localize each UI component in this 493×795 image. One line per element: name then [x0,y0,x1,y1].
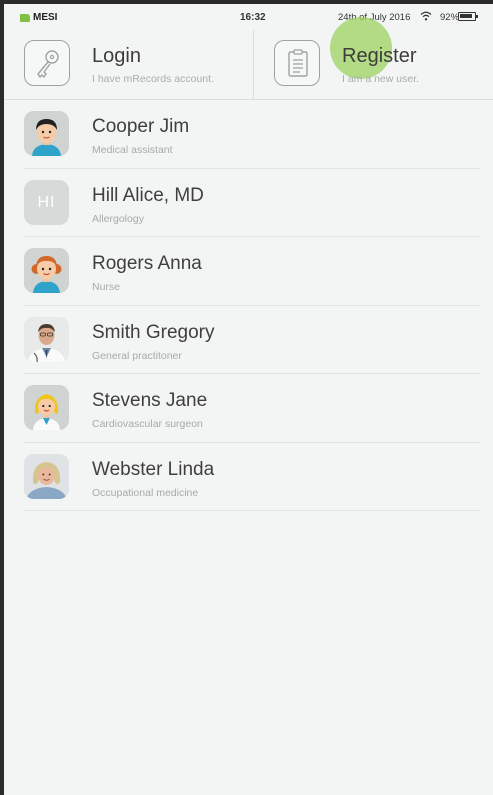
user-name: Webster Linda [92,458,215,480]
list-item[interactable]: HI Hill Alice, MD Allergology [24,169,480,237]
list-item[interactable]: Smith Gregory General practitoner [24,306,480,374]
register-subtitle: I am a new user. [342,73,420,85]
login-title: Login [92,45,141,67]
list-item[interactable]: Webster Linda Occupational medicine [24,443,480,511]
doctor-photo [24,316,69,362]
user-name: Hill Alice, MD [92,184,204,206]
user-role: Cardiovascular surgeon [92,418,203,430]
list-item[interactable]: Rogers Anna Nurse [24,237,480,306]
initials-avatar: HI [24,179,69,225]
wifi-icon [420,11,432,21]
account-actions: Login I have mRecords account. Register … [4,30,493,100]
user-role: Allergology [92,212,144,225]
list-item[interactable]: Stevens Jane Cardiovascular surgeon [24,374,480,443]
female-doctor-cartoon-avatar [24,385,69,430]
user-role: Nurse [92,281,121,293]
user-name: Smith Gregory [92,321,215,343]
login-button[interactable]: Login I have mRecords account. [4,30,254,100]
user-name: Rogers Anna [92,253,202,274]
key-icon [24,40,70,86]
clipboard-icon [274,40,320,86]
user-role: General practitoner [92,349,182,362]
user-list: Cooper Jim Medical assistant HI Hill Ali… [24,100,480,511]
register-title: Register [342,45,417,67]
battery-icon [458,12,478,21]
status-time: 16:32 [240,12,266,23]
user-role: Occupational medicine [92,486,199,499]
male-cartoon-avatar [24,111,69,156]
carrier: MESI [20,12,57,23]
carrier-label: MESI [33,12,58,23]
user-name: Stevens Jane [92,390,208,411]
woman-photo [24,453,69,499]
login-subtitle: I have mRecords account. [92,73,214,85]
user-name: Cooper Jim [92,116,190,137]
folder-icon [20,13,30,22]
user-role: Medical assistant [92,144,173,156]
battery-percent: 92% [440,12,460,23]
status-bar: MESI 16:32 24th of July 2016 92% [4,4,493,30]
female-cartoon-avatar [24,248,69,293]
list-item[interactable]: Cooper Jim Medical assistant [24,100,480,169]
